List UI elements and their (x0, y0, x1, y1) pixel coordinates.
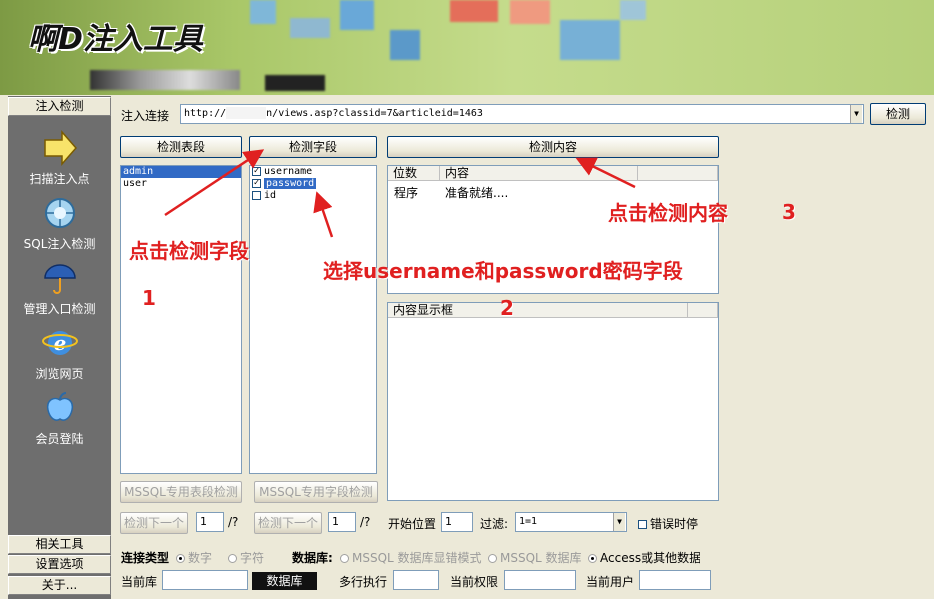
annotation-step3: 点击检测内容 (608, 201, 728, 225)
annotation-step1: 点击检测字段 (129, 239, 249, 263)
arrow-to-password (313, 191, 334, 238)
annotation-step3-number: 3 (782, 200, 796, 224)
annotation-arrows (164, 149, 636, 238)
annotation-step1-number: 1 (142, 286, 156, 310)
arrow-to-fields-button (164, 149, 265, 217)
annotation-step2: 选择username和password密码字段 (323, 259, 683, 283)
arrow-to-content-button (575, 157, 636, 189)
annotation-step2-number: 2 (500, 296, 514, 320)
